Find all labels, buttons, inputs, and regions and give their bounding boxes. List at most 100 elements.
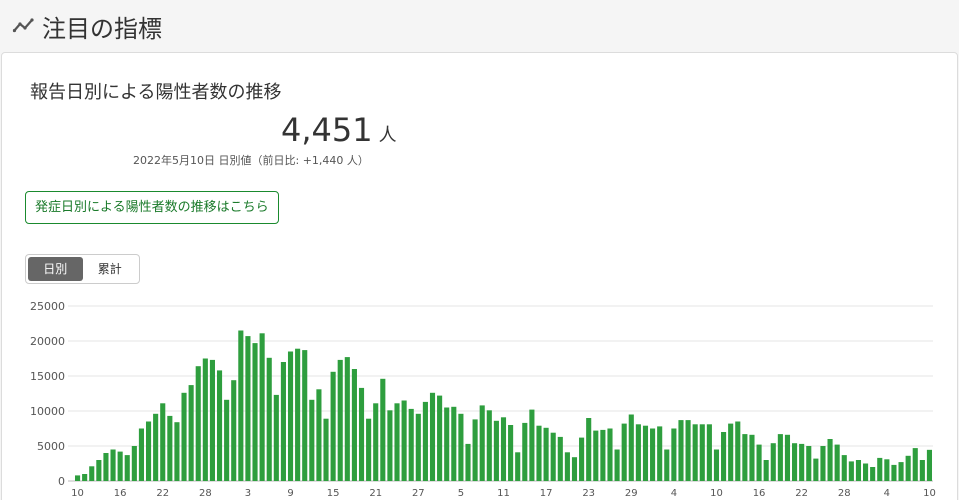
bar[interactable] [131,446,137,481]
bar[interactable] [529,409,535,481]
bar[interactable] [366,418,372,481]
bar[interactable] [593,430,599,481]
bar[interactable] [543,427,549,481]
bar[interactable] [650,428,656,482]
bar[interactable] [926,449,933,481]
bar[interactable] [657,426,663,481]
bar[interactable] [571,457,578,481]
bar[interactable] [863,463,869,482]
bar[interactable] [855,460,862,481]
bar[interactable] [231,380,237,481]
bar[interactable] [302,350,308,481]
bar[interactable] [742,434,748,481]
bar[interactable] [564,452,570,481]
bar[interactable] [96,460,102,481]
bar[interactable] [358,387,365,481]
bar[interactable] [642,425,649,481]
bar[interactable] [82,474,88,481]
bar[interactable] [792,443,798,481]
bar[interactable] [273,394,279,481]
bar[interactable] [820,446,826,481]
bar[interactable] [607,428,613,482]
bar[interactable] [195,366,201,481]
bar[interactable] [245,336,251,481]
bar[interactable] [841,455,847,481]
bar[interactable] [238,330,244,482]
bar[interactable] [458,413,464,481]
bar[interactable] [713,449,720,482]
bar[interactable] [870,467,876,481]
bar[interactable] [415,413,421,481]
bar[interactable] [103,453,109,481]
bar[interactable] [721,432,727,481]
bar[interactable] [678,420,684,481]
bar[interactable] [429,392,436,481]
bar[interactable] [749,434,755,481]
bar[interactable] [280,362,286,481]
bar[interactable] [344,357,350,481]
onset-date-link-button[interactable]: 発症日別による陽性者数の推移はこちら [25,191,279,224]
bar[interactable] [266,357,272,481]
bar[interactable] [117,451,123,481]
bar[interactable] [699,424,705,481]
bar[interactable] [813,458,819,481]
bar[interactable] [664,449,670,482]
daily-toggle-button[interactable]: 日別 [28,257,83,281]
bar[interactable] [635,424,641,481]
bar[interactable] [401,400,407,482]
bar[interactable] [202,358,208,482]
bar[interactable] [309,399,315,481]
bar[interactable] [408,408,414,481]
bar[interactable] [287,351,294,482]
bar[interactable] [380,378,386,481]
bar[interactable] [479,405,485,481]
bar[interactable] [224,399,230,481]
bar[interactable] [472,419,478,481]
bar[interactable] [330,371,336,481]
bar[interactable] [486,410,492,481]
bar[interactable] [181,392,187,481]
cumulative-toggle-button[interactable]: 累計 [83,257,138,281]
bar[interactable] [827,439,833,481]
bar[interactable] [550,432,556,481]
bar[interactable] [138,428,144,482]
bar[interactable] [756,444,762,481]
bar[interactable] [451,406,457,481]
bar[interactable] [500,417,507,481]
bar[interactable] [877,457,883,481]
bar[interactable] [706,424,712,481]
bar[interactable] [586,418,592,481]
bar[interactable] [153,413,159,481]
bar[interactable] [735,421,741,482]
bar[interactable] [167,415,173,481]
bar[interactable] [536,425,542,481]
bar[interactable] [387,410,393,481]
bar[interactable] [799,443,805,481]
bar[interactable] [884,459,890,481]
bar[interactable] [614,449,620,482]
bar[interactable] [110,449,116,482]
bar[interactable] [74,475,81,481]
bar[interactable] [295,348,301,481]
bar[interactable] [174,422,180,481]
bar[interactable] [337,359,343,481]
bar[interactable] [905,455,911,481]
bar[interactable] [394,403,400,481]
bar[interactable] [515,452,521,481]
bar[interactable] [728,423,734,481]
bar[interactable] [628,414,634,482]
bar[interactable] [465,443,471,481]
bar[interactable] [685,420,691,481]
bar[interactable] [373,403,379,481]
bar[interactable] [777,434,783,481]
bar[interactable] [160,403,166,481]
bar[interactable] [252,343,258,481]
bar[interactable] [259,333,265,481]
bar[interactable] [912,448,918,481]
bar[interactable] [89,466,95,481]
bar[interactable] [891,464,897,481]
bar[interactable] [216,370,223,481]
bar[interactable] [784,434,791,481]
bar[interactable] [806,446,812,481]
bar[interactable] [145,421,152,482]
